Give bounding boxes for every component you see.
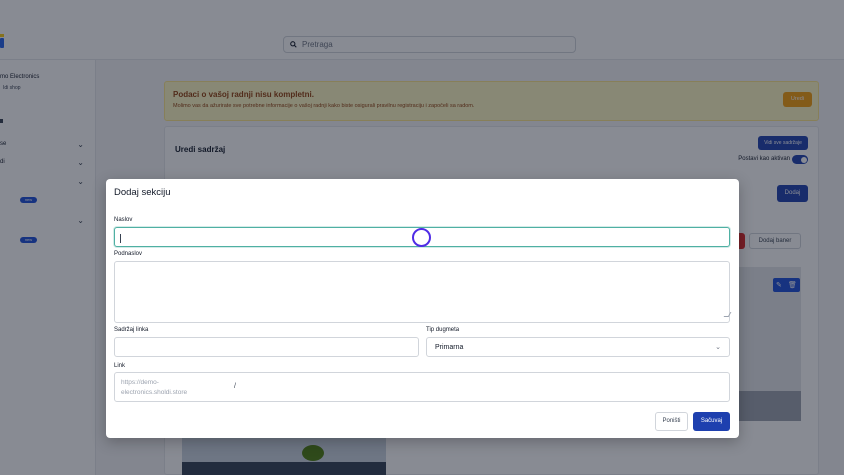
button-type-label: Tip dugmeta <box>426 327 460 333</box>
link-content-input[interactable] <box>114 337 419 357</box>
add-section-modal: Dodaj sekciju Naslov Podnaslov Sadržaj l… <box>106 179 739 438</box>
cursor-indicator <box>412 228 431 247</box>
link-prefix: https://demo-electronics.sholdi.store <box>121 379 188 396</box>
link-input[interactable]: https://demo-electronics.sholdi.store / <box>114 372 730 402</box>
modal-title: Dodaj sekciju <box>114 187 171 198</box>
link-label: Link <box>114 363 126 369</box>
save-button[interactable]: Sačuvaj <box>693 412 730 431</box>
cancel-button[interactable]: Poništi <box>655 412 688 431</box>
link-suffix: / <box>234 383 236 390</box>
resize-handle-icon[interactable] <box>723 312 732 317</box>
link-content-label: Sadržaj linka <box>114 327 149 333</box>
subtitle-textarea[interactable] <box>114 261 730 323</box>
chevron-down-icon: ⌄ <box>715 344 721 351</box>
button-type-select[interactable]: Primarna ⌄ <box>426 337 730 357</box>
title-label: Naslov <box>114 217 133 223</box>
subtitle-label: Podnaslov <box>114 251 143 257</box>
button-type-value: Primarna <box>435 343 464 351</box>
text-caret <box>120 234 121 243</box>
